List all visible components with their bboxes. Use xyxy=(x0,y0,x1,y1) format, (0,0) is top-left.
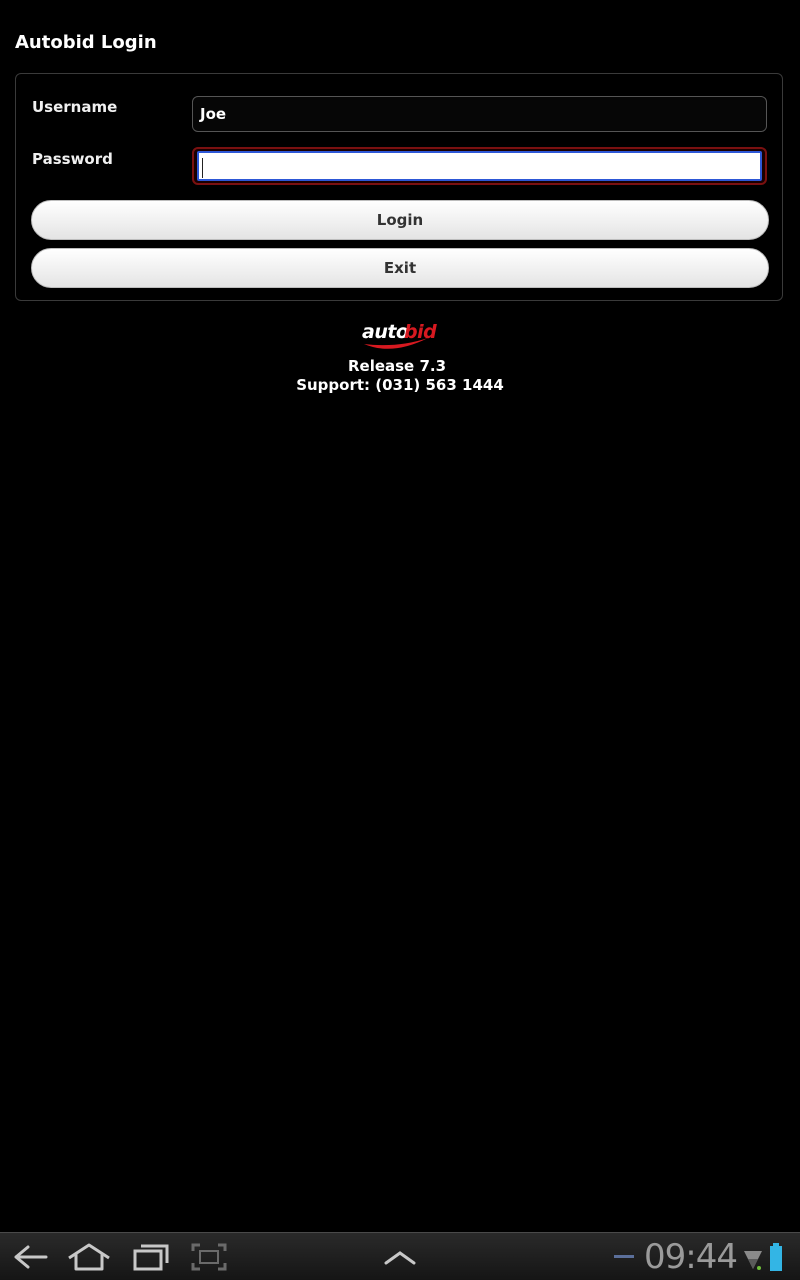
autobid-logo: auto bid xyxy=(362,321,438,349)
page-title: Autobid Login xyxy=(15,32,157,53)
username-label: Username xyxy=(32,98,118,116)
battery-icon[interactable] xyxy=(768,1241,784,1273)
text-caret xyxy=(202,158,203,178)
chevron-up-icon[interactable] xyxy=(382,1241,418,1273)
exit-button[interactable]: Exit xyxy=(31,248,769,288)
release-version: Release 7.3 xyxy=(347,357,447,375)
svg-text:bid: bid xyxy=(404,321,437,343)
password-label: Password xyxy=(32,150,113,168)
password-input[interactable] xyxy=(197,151,762,181)
app-screen: Autobid Login Username Joe Password Logi… xyxy=(0,0,800,1280)
support-phone: Support: (031) 563 1444 xyxy=(296,376,504,394)
password-field-focus-ring xyxy=(192,147,767,185)
back-icon[interactable] xyxy=(12,1241,50,1273)
clock[interactable]: 09:44 xyxy=(644,1236,738,1278)
login-button[interactable]: Login xyxy=(31,200,769,240)
wifi-icon[interactable] xyxy=(742,1241,764,1273)
username-input[interactable]: Joe xyxy=(192,96,767,132)
home-icon[interactable] xyxy=(66,1241,112,1273)
recent-apps-icon[interactable] xyxy=(132,1241,170,1273)
screenshot-icon[interactable] xyxy=(190,1241,228,1273)
svg-text:auto: auto xyxy=(362,321,409,343)
login-panel: Username Joe Password Login Exit xyxy=(15,73,783,301)
system-navigation-bar: 09:44 xyxy=(0,1232,800,1280)
notification-dash-icon[interactable] xyxy=(612,1241,636,1273)
